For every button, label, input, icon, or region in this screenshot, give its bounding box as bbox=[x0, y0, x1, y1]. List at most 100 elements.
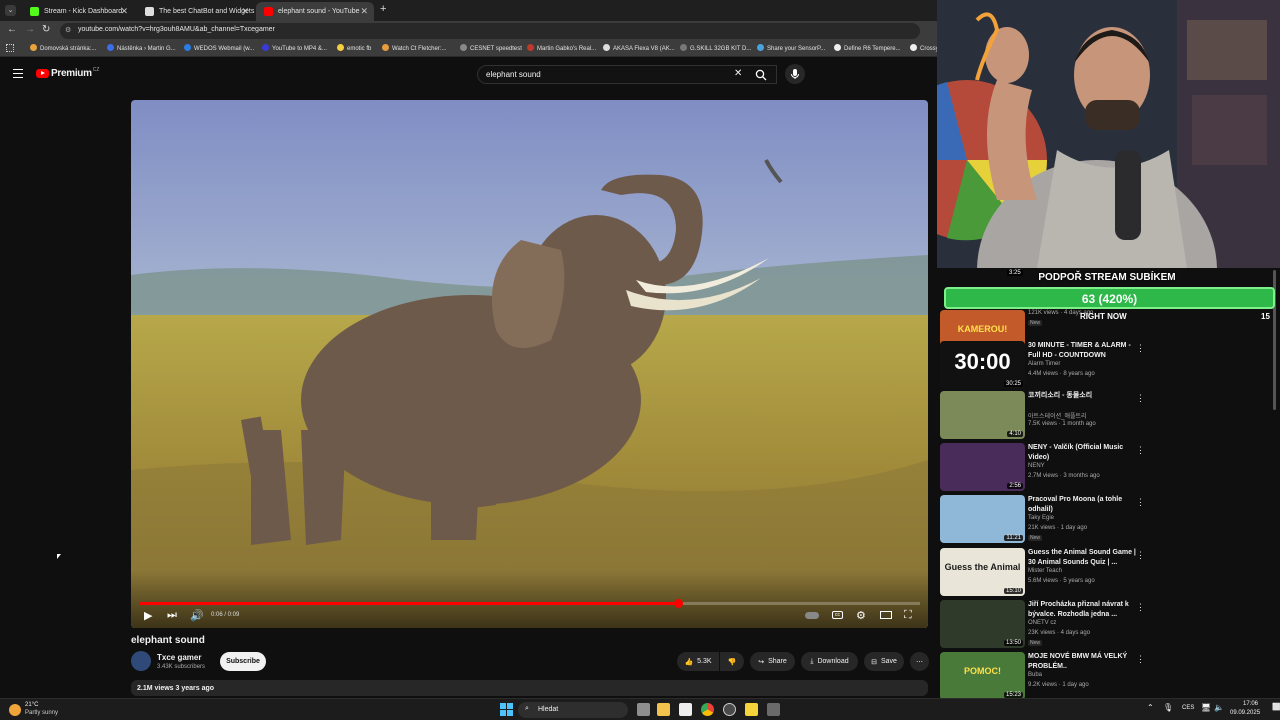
recommendation-channel[interactable]: 아트스테이션_애플트리 bbox=[1028, 411, 1087, 420]
bookmark[interactable]: WEDOS Webmail (w... bbox=[184, 44, 254, 52]
file-explorer-icon[interactable] bbox=[657, 703, 670, 716]
recommendation-channel[interactable]: Taky Egie bbox=[1028, 515, 1054, 521]
close-icon[interactable]: ✕ bbox=[241, 6, 249, 17]
chrome-icon[interactable] bbox=[701, 703, 714, 716]
more-options-icon[interactable]: ⋮ bbox=[1136, 602, 1145, 613]
video-thumbnail[interactable]: 30:00 30:25 bbox=[940, 341, 1025, 389]
recommendation-title[interactable]: NENY - Valčík (Official Music Video) bbox=[1028, 443, 1140, 463]
recommendation-title[interactable]: Pracoval Pro Moona (a tohle odhalil) bbox=[1028, 495, 1140, 515]
recommendation-item[interactable]: Guess the Animal 15:10 Guess the Animal So… bbox=[940, 548, 1270, 600]
more-options-icon[interactable]: ⋮ bbox=[1136, 343, 1145, 354]
recommendation-title[interactable]: 코끼리소리 - 동물소리 bbox=[1028, 391, 1140, 401]
channel-avatar[interactable] bbox=[131, 651, 151, 671]
tab-youtube[interactable]: elephant sound - YouTube ✕ bbox=[256, 2, 374, 21]
tab-list-icon[interactable]: ⌄ bbox=[5, 5, 16, 16]
reload-icon[interactable]: ↻ bbox=[42, 24, 50, 35]
fullscreen-icon[interactable]: ⛶ bbox=[904, 609, 912, 622]
more-actions-button[interactable]: ⋯ bbox=[910, 652, 929, 671]
description-box[interactable]: 2.1M views 3 years ago bbox=[131, 680, 928, 696]
next-icon[interactable]: ⏭ bbox=[167, 609, 177, 622]
more-options-icon[interactable]: ⋮ bbox=[1136, 550, 1145, 561]
bookmark[interactable]: Martin Gabko's Real... bbox=[527, 44, 596, 52]
video-thumbnail[interactable]: 2:56 bbox=[940, 443, 1025, 491]
store-icon[interactable] bbox=[679, 703, 692, 716]
bookmark[interactable]: YouTube to MP4 &... bbox=[262, 44, 327, 52]
bookmark[interactable]: Share your SensorP... bbox=[757, 44, 825, 52]
tab-kick-dashboard[interactable]: Stream - Kick Dashboard ✕ bbox=[22, 2, 134, 21]
share-button[interactable]: ↪ Share bbox=[750, 652, 795, 671]
task-view-icon[interactable] bbox=[637, 703, 650, 716]
video-thumbnail[interactable]: 11:21 bbox=[940, 495, 1025, 543]
search-button[interactable] bbox=[748, 66, 775, 84]
new-tab-button[interactable]: + bbox=[380, 3, 386, 15]
bookmark[interactable]: G.SKILL 32GB KIT D... bbox=[680, 44, 751, 52]
show-desktop-icon[interactable]: ⬜ bbox=[1272, 703, 1280, 711]
play-icon[interactable]: ▶ bbox=[144, 609, 152, 622]
channel-name[interactable]: Txce gamer bbox=[157, 653, 201, 662]
bookmark[interactable]: CESNET speedtest bbox=[460, 44, 522, 52]
taskbar-search[interactable]: ⌕ Hledat bbox=[518, 702, 628, 718]
recommendation-item[interactable]: 11:21 Pracoval Pro Moona (a tohle odhalil… bbox=[940, 495, 1270, 547]
tab-chatbot[interactable]: The best ChatBot and Widgets ✕ bbox=[137, 2, 255, 21]
more-options-icon[interactable]: ⋮ bbox=[1136, 497, 1145, 508]
bookmark[interactable]: Nástěnka › Martin G... bbox=[107, 44, 176, 52]
more-options-icon[interactable]: ⋮ bbox=[1136, 445, 1145, 456]
settings-icon[interactable]: ⚙ bbox=[856, 609, 866, 622]
more-options-icon[interactable]: ⋮ bbox=[1136, 393, 1145, 404]
apps-icon[interactable] bbox=[6, 44, 14, 52]
search-input[interactable]: elephant sound ✕ bbox=[477, 65, 777, 84]
microphone-tray-icon[interactable]: 🎙 bbox=[1163, 703, 1173, 712]
recommendation-channel[interactable]: Buba bbox=[1028, 672, 1042, 678]
like-button[interactable]: 👍 5.3K bbox=[677, 652, 719, 671]
start-button[interactable] bbox=[500, 703, 513, 716]
recommendation-item[interactable]: 2:56 NENY - Valčík (Official Music Video)… bbox=[940, 443, 1270, 495]
recommendation-channel[interactable]: Mister Teach bbox=[1028, 568, 1062, 574]
language-indicator[interactable]: CES bbox=[1182, 705, 1194, 711]
volume-icon[interactable]: 🔊 bbox=[190, 609, 204, 622]
more-options-icon[interactable]: ⋮ bbox=[1136, 654, 1145, 665]
network-icon[interactable]: 🖥 bbox=[1201, 703, 1211, 712]
tray-chevron-icon[interactable]: ⌃ bbox=[1147, 703, 1154, 712]
back-icon[interactable]: ← bbox=[7, 24, 17, 35]
close-icon[interactable]: ✕ bbox=[120, 6, 128, 17]
video-thumbnail[interactable]: 4:10 bbox=[940, 391, 1025, 439]
bookmark[interactable]: emotic fb bbox=[337, 44, 371, 52]
bookmark[interactable]: AKASA Flexa V8 (AK... bbox=[603, 44, 675, 52]
subscribe-button[interactable]: Subscribe bbox=[220, 652, 266, 671]
recommendation-item[interactable]: 30:00 30:25 30 MINUTE - TIMER & ALARM - Fu… bbox=[940, 341, 1270, 393]
forward-icon[interactable]: → bbox=[25, 24, 35, 35]
clear-search-icon[interactable]: ✕ bbox=[734, 68, 742, 79]
volume-tray-icon[interactable]: 🔈 bbox=[1214, 703, 1224, 712]
weather-icon[interactable] bbox=[9, 704, 21, 716]
bookmark[interactable]: Watch Ct Fletcher:... bbox=[382, 44, 446, 52]
save-button[interactable]: ⊟ Save bbox=[864, 652, 904, 671]
bookmark[interactable]: Define R6 Tempere... bbox=[834, 44, 901, 52]
app-icon[interactable] bbox=[723, 703, 736, 716]
site-info-icon[interactable]: ⚙ bbox=[65, 26, 71, 34]
autoplay-toggle[interactable] bbox=[805, 612, 819, 619]
recommendation-channel[interactable]: ONETV cz bbox=[1028, 620, 1056, 626]
recommendation-title[interactable]: Guess the Animal Sound Game | 30 Animal … bbox=[1028, 548, 1140, 568]
calculator-icon[interactable] bbox=[767, 703, 780, 716]
progress-bar[interactable] bbox=[140, 599, 920, 608]
sticky-notes-icon[interactable] bbox=[745, 703, 758, 716]
captions-icon[interactable]: cc bbox=[832, 611, 843, 619]
bookmark[interactable]: Domovská stránka:... bbox=[30, 44, 96, 52]
video-thumbnail[interactable]: 13:50 bbox=[940, 600, 1025, 648]
recommendation-title[interactable]: Jiří Procházka přiznal návrat k bývalce.… bbox=[1028, 600, 1140, 620]
voice-search-button[interactable] bbox=[785, 64, 805, 84]
recommendation-channel[interactable]: NENY bbox=[1028, 463, 1045, 469]
recommendation-title[interactable]: MOJE NOVÉ BMW MÁ VELKÝ PROBLÉM.. bbox=[1028, 652, 1140, 672]
video-thumbnail[interactable]: Guess the Animal 15:10 bbox=[940, 548, 1025, 596]
download-button[interactable]: ⤓ Download bbox=[801, 652, 858, 671]
dislike-button[interactable]: 👎 bbox=[720, 652, 744, 671]
recommendation-channel[interactable]: Alarm Timer bbox=[1028, 361, 1060, 367]
recommendation-title[interactable]: 30 MINUTE - TIMER & ALARM - Full HD - CO… bbox=[1028, 341, 1140, 361]
video-thumbnail[interactable]: POMOC! 15:23 bbox=[940, 652, 1025, 698]
menu-icon[interactable] bbox=[13, 69, 23, 78]
youtube-logo[interactable]: Premium CZ bbox=[36, 67, 99, 79]
recommendation-item[interactable]: POMOC! 15:23 MOJE NOVÉ BMW MÁ VELKÝ PROBLÉ… bbox=[940, 652, 1270, 698]
theater-mode-icon[interactable] bbox=[880, 611, 892, 619]
recommendation-item[interactable]: 4:10 코끼리소리 - 동물소리 아트스테이션_애플트리 7.5K views · … bbox=[940, 391, 1270, 443]
video-player[interactable] bbox=[131, 100, 928, 628]
